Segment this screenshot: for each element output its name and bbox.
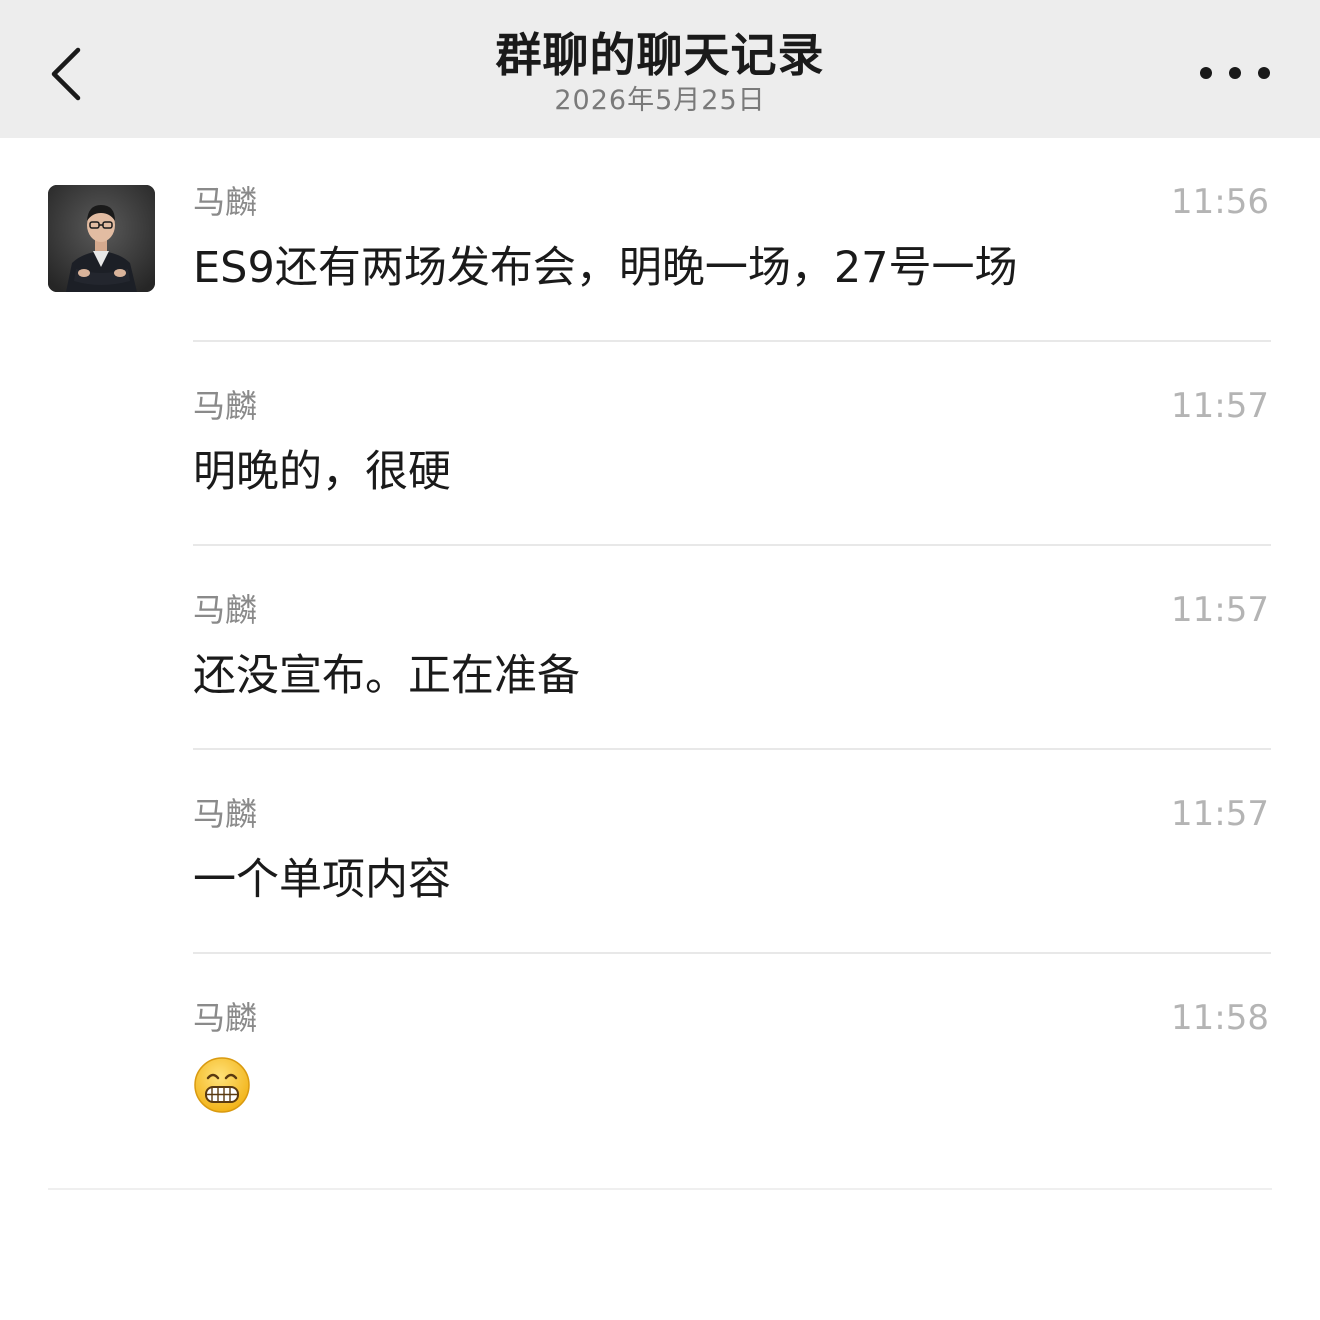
divider — [193, 340, 1271, 342]
message-text: 明晚的，很硬 — [193, 447, 451, 497]
message-time: 11:57 — [1171, 590, 1269, 630]
list-item[interactable]: 马麟 11:57 一个单项内容 — [193, 794, 1271, 998]
message-sender: 马麟 — [193, 387, 258, 425]
message-text: ES9还有两场发布会，明晚一场，27号一场 — [193, 243, 1018, 293]
grinning-face-icon — [194, 1057, 250, 1113]
message-text: 还没宣布。正在准备 — [193, 651, 580, 701]
chat-history-screen: 群聊的聊天记录 2026年5月25日 马麟 11:56 ES9还有两场发布会，明… — [0, 0, 1320, 1320]
more-options-button[interactable] — [1200, 50, 1270, 96]
page-subtitle-date: 2026年5月25日 — [554, 85, 766, 116]
message-time: 11:56 — [1171, 182, 1269, 222]
list-item[interactable]: 马麟 11:56 ES9还有两场发布会，明晚一场，27号一场 — [193, 182, 1271, 386]
more-dots-icon — [1200, 67, 1212, 79]
list-item[interactable]: 马麟 11:57 还没宣布。正在准备 — [193, 590, 1271, 794]
message-sender: 马麟 — [193, 795, 258, 833]
message-sender: 马麟 — [193, 999, 258, 1037]
divider — [193, 952, 1271, 954]
divider — [193, 544, 1271, 546]
page-title: 群聊的聊天记录 — [495, 28, 825, 82]
message-time: 11:57 — [1171, 794, 1269, 834]
divider — [48, 1188, 1272, 1190]
avatar[interactable] — [48, 185, 155, 292]
message-sender: 马麟 — [193, 183, 258, 221]
message-time: 11:58 — [1171, 998, 1269, 1038]
more-dots-icon — [1229, 67, 1241, 79]
message-emoji — [193, 1056, 251, 1114]
person-avatar-icon — [48, 185, 155, 292]
list-item[interactable]: 马麟 11:57 明晚的，很硬 — [193, 386, 1271, 590]
message-text: 一个单项内容 — [193, 855, 451, 905]
header-bar: 群聊的聊天记录 2026年5月25日 — [0, 0, 1320, 138]
list-item[interactable]: 马麟 11:58 — [193, 998, 1271, 1202]
message-time: 11:57 — [1171, 386, 1269, 426]
more-dots-icon — [1258, 67, 1270, 79]
divider — [193, 748, 1271, 750]
title-area: 群聊的聊天记录 2026年5月25日 — [0, 26, 1320, 118]
message-sender: 马麟 — [193, 591, 258, 629]
